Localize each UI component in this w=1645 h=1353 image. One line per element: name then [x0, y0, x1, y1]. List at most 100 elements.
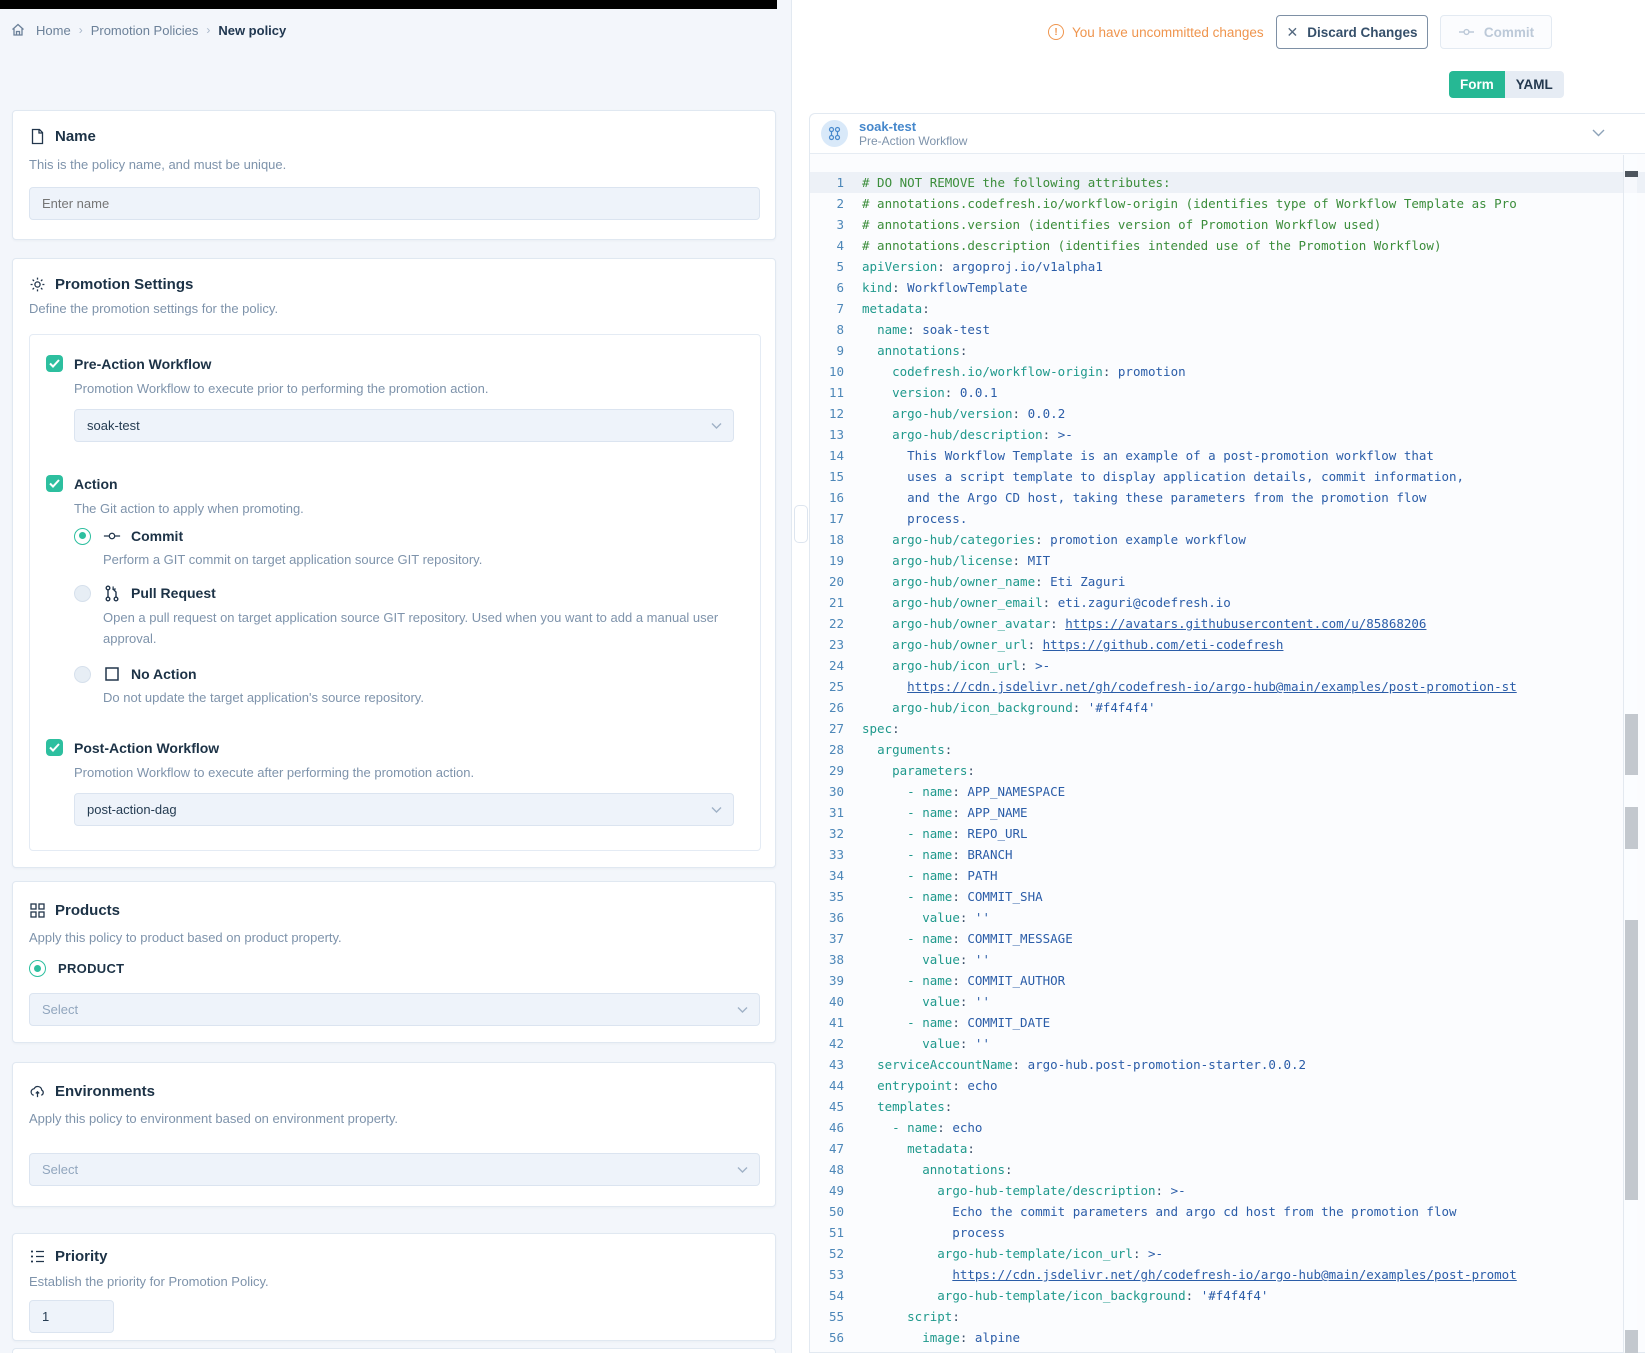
- chevron-down-icon[interactable]: [1592, 129, 1605, 137]
- discard-changes-button[interactable]: ✕ Discard Changes: [1276, 15, 1428, 49]
- line-number: 5: [810, 256, 844, 277]
- panel-divider: [793, 0, 809, 1353]
- no-action-option-label: No Action: [131, 666, 197, 682]
- code-line[interactable]: 27spec:: [810, 718, 1645, 739]
- code-line[interactable]: 9 annotations:: [810, 340, 1645, 361]
- code-line[interactable]: 45 templates:: [810, 1096, 1645, 1117]
- code-line[interactable]: 30 - name: APP_NAMESPACE: [810, 781, 1645, 802]
- code-line[interactable]: 46 - name: echo: [810, 1117, 1645, 1138]
- code-line[interactable]: 16 and the Argo CD host, taking these pa…: [810, 487, 1645, 508]
- panel-collapse-handle[interactable]: [794, 505, 808, 543]
- priority-input[interactable]: [29, 1300, 114, 1333]
- tab-form[interactable]: Form: [1449, 71, 1505, 98]
- code-line[interactable]: 10 codefresh.io/workflow-origin: promoti…: [810, 361, 1645, 382]
- commit-radio[interactable]: [74, 528, 91, 545]
- code-line[interactable]: 49 argo-hub-template/description: >-: [810, 1180, 1645, 1201]
- code-line[interactable]: 7metadata:: [810, 298, 1645, 319]
- code-line[interactable]: 47 metadata:: [810, 1138, 1645, 1159]
- code-line[interactable]: 36 value: '': [810, 907, 1645, 928]
- code-line[interactable]: 18 argo-hub/categories: promotion exampl…: [810, 529, 1645, 550]
- list-icon: [29, 1248, 46, 1265]
- post-action-label: Post-Action Workflow: [74, 740, 219, 756]
- code-line[interactable]: 31 - name: APP_NAME: [810, 802, 1645, 823]
- code-line[interactable]: 33 - name: BRANCH: [810, 844, 1645, 865]
- code-line[interactable]: 35 - name: COMMIT_SHA: [810, 886, 1645, 907]
- chevron-down-icon: [737, 1006, 748, 1013]
- yaml-panel: ! You have uncommitted changes ✕ Discard…: [809, 0, 1645, 1353]
- code-line[interactable]: 13 argo-hub/description: >-: [810, 424, 1645, 445]
- editor-scrollbar[interactable]: [1623, 155, 1637, 1353]
- code-line[interactable]: 23 argo-hub/owner_url: https://github.co…: [810, 634, 1645, 655]
- breadcrumb-home[interactable]: Home: [36, 23, 71, 38]
- product-radio[interactable]: [29, 960, 46, 977]
- product-select[interactable]: Select: [29, 993, 760, 1026]
- code-line[interactable]: 4# annotations.description (identifies i…: [810, 235, 1645, 256]
- code-line[interactable]: 12 argo-hub/version: 0.0.2: [810, 403, 1645, 424]
- no-action-radio[interactable]: [74, 666, 91, 683]
- code-line[interactable]: 14 This Workflow Template is an example …: [810, 445, 1645, 466]
- products-card: Products Apply this policy to product ba…: [12, 881, 776, 1043]
- code-line[interactable]: 21 argo-hub/owner_email: eti.zaguri@code…: [810, 592, 1645, 613]
- code-line[interactable]: 28 arguments:: [810, 739, 1645, 760]
- pull-request-radio[interactable]: [74, 585, 91, 602]
- line-number: 56: [810, 1327, 844, 1348]
- name-section-description: This is the policy name, and must be uni…: [29, 157, 286, 172]
- code-line[interactable]: 2# annotations.codefresh.io/workflow-ori…: [810, 193, 1645, 214]
- code-line[interactable]: 55 script:: [810, 1306, 1645, 1327]
- code-line[interactable]: 6kind: WorkflowTemplate: [810, 277, 1645, 298]
- code-line[interactable]: 22 argo-hub/owner_avatar: https://avatar…: [810, 613, 1645, 634]
- line-number: 10: [810, 361, 844, 382]
- line-number: 50: [810, 1201, 844, 1222]
- code-line[interactable]: 32 - name: REPO_URL: [810, 823, 1645, 844]
- line-number: 24: [810, 655, 844, 676]
- commit-button[interactable]: Commit: [1440, 15, 1552, 49]
- code-line[interactable]: 42 value: '': [810, 1033, 1645, 1054]
- code-line[interactable]: 19 argo-hub/license: MIT: [810, 550, 1645, 571]
- code-line[interactable]: 25 https://cdn.jsdelivr.net/gh/codefresh…: [810, 676, 1645, 697]
- code-line[interactable]: 15 uses a script template to display app…: [810, 466, 1645, 487]
- code-line[interactable]: 38 value: '': [810, 949, 1645, 970]
- code-line[interactable]: 8 name: soak-test: [810, 319, 1645, 340]
- post-action-checkbox[interactable]: [46, 739, 63, 756]
- code-line[interactable]: 48 annotations:: [810, 1159, 1645, 1180]
- code-line[interactable]: 52 argo-hub-template/icon_url: >-: [810, 1243, 1645, 1264]
- pre-action-workflow-select[interactable]: soak-test: [74, 409, 734, 442]
- workflow-name-link[interactable]: soak-test: [859, 119, 967, 134]
- policy-name-input[interactable]: [29, 187, 760, 220]
- environment-select[interactable]: Select: [29, 1153, 760, 1186]
- pre-action-checkbox[interactable]: [46, 355, 63, 372]
- code-line[interactable]: 24 argo-hub/icon_url: >-: [810, 655, 1645, 676]
- code-line[interactable]: 56 image: alpine: [810, 1327, 1645, 1348]
- code-line[interactable]: 37 - name: COMMIT_MESSAGE: [810, 928, 1645, 949]
- code-line[interactable]: 54 argo-hub-template/icon_background: '#…: [810, 1285, 1645, 1306]
- code-line[interactable]: 5apiVersion: argoproj.io/v1alpha1: [810, 256, 1645, 277]
- code-lines[interactable]: 1# DO NOT REMOVE the following attribute…: [810, 154, 1645, 1353]
- code-line[interactable]: 53 https://cdn.jsdelivr.net/gh/codefresh…: [810, 1264, 1645, 1285]
- code-line[interactable]: 17 process.: [810, 508, 1645, 529]
- scrollbar-thumb[interactable]: [1625, 171, 1638, 177]
- code-line[interactable]: 11 version: 0.0.1: [810, 382, 1645, 403]
- code-line[interactable]: 51 process: [810, 1222, 1645, 1243]
- code-line[interactable]: 20 argo-hub/owner_name: Eti Zaguri: [810, 571, 1645, 592]
- breadcrumb-promotion-policies[interactable]: Promotion Policies: [91, 23, 199, 38]
- code-line[interactable]: 3# annotations.version (identifies versi…: [810, 214, 1645, 235]
- post-action-workflow-select[interactable]: post-action-dag: [74, 793, 734, 826]
- code-line[interactable]: 44 entrypoint: echo: [810, 1075, 1645, 1096]
- code-line[interactable]: 1# DO NOT REMOVE the following attribute…: [810, 172, 1645, 193]
- name-section-card: Name This is the policy name, and must b…: [12, 110, 776, 240]
- action-checkbox[interactable]: [46, 475, 63, 492]
- code-line[interactable]: 26 argo-hub/icon_background: '#f4f4f4': [810, 697, 1645, 718]
- code-line[interactable]: 40 value: '': [810, 991, 1645, 1012]
- code-line[interactable]: 41 - name: COMMIT_DATE: [810, 1012, 1645, 1033]
- code-line[interactable]: 43 serviceAccountName: argo-hub.post-pro…: [810, 1054, 1645, 1075]
- home-icon[interactable]: [10, 22, 26, 38]
- code-line[interactable]: 39 - name: COMMIT_AUTHOR: [810, 970, 1645, 991]
- promotion-settings-title: Promotion Settings: [55, 276, 193, 293]
- code-line[interactable]: 29 parameters:: [810, 760, 1645, 781]
- line-number: 55: [810, 1306, 844, 1327]
- uncommitted-changes-warning: ! You have uncommitted changes: [1048, 24, 1264, 40]
- code-line[interactable]: 50 Echo the commit parameters and argo c…: [810, 1201, 1645, 1222]
- scrollbar-decoration: [1625, 807, 1638, 849]
- tab-yaml[interactable]: YAML: [1505, 71, 1564, 98]
- code-line[interactable]: 34 - name: PATH: [810, 865, 1645, 886]
